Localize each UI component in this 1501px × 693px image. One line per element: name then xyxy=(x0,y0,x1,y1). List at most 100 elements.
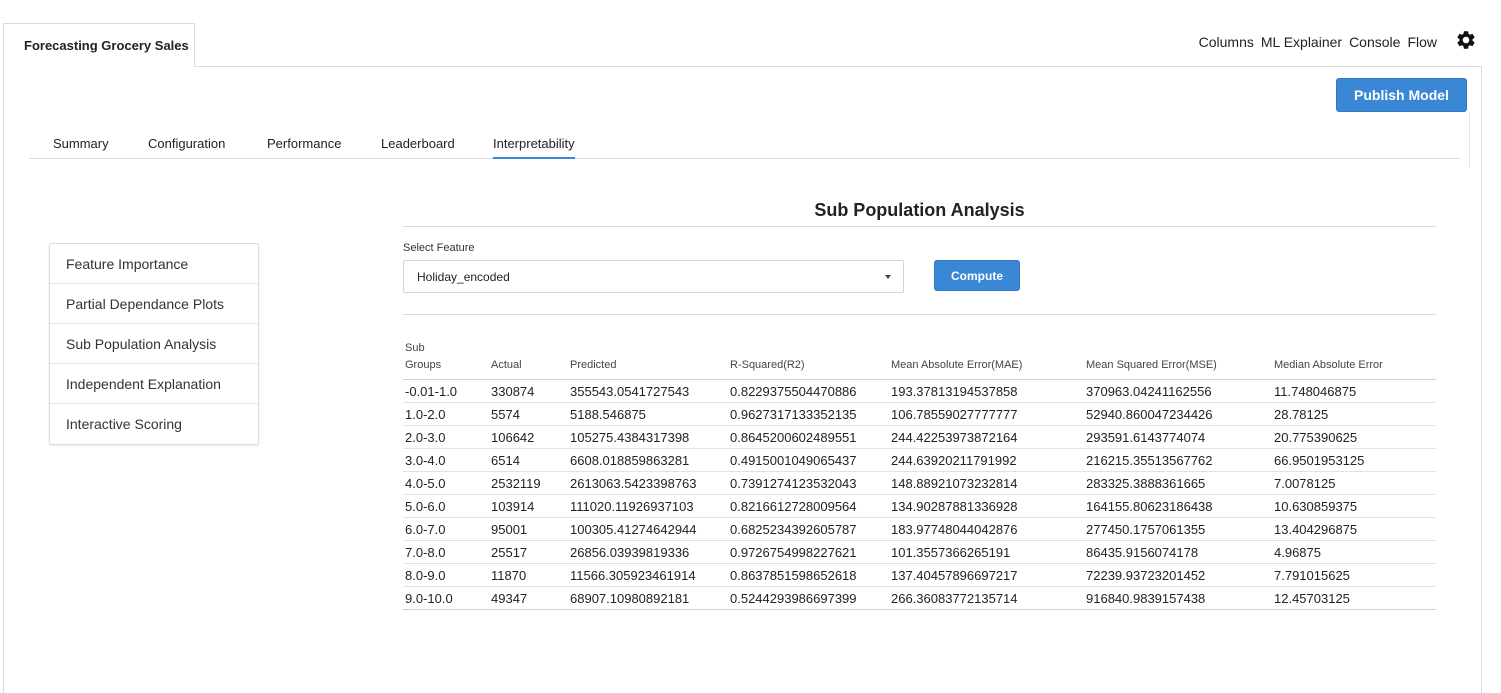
console-link[interactable]: Console xyxy=(1349,34,1400,50)
tab-summary[interactable]: Summary xyxy=(53,136,109,157)
table-cell: 11870 xyxy=(489,563,568,587)
publish-model-button[interactable]: Publish Model xyxy=(1336,78,1467,112)
table-row: 9.0-10.0 49347 68907.10980892181 0.52442939… xyxy=(403,586,1436,610)
table-cell: 103914 xyxy=(489,494,568,518)
table-cell: 2.0-3.0 xyxy=(403,425,489,449)
column-header: Mean Squared Error(MSE) xyxy=(1084,340,1272,380)
flow-link[interactable]: Flow xyxy=(1407,34,1437,50)
select-feature-label: Select Feature xyxy=(403,242,475,254)
table-cell: 8.0-9.0 xyxy=(403,563,489,587)
tab-forecasting-grocery-sales[interactable]: Forecasting Grocery Sales xyxy=(3,23,195,67)
table-cell: 0.8637851598652618 xyxy=(728,563,889,587)
interpretability-menu: Feature Importance Partial Dependance Pl… xyxy=(49,243,259,445)
menu-item-interactive-scoring[interactable]: Interactive Scoring xyxy=(50,404,258,444)
table-body: -0.01-1.0 330874 355543.0541727543 0.822937… xyxy=(403,379,1436,610)
table-cell: 7.0-8.0 xyxy=(403,540,489,564)
caret-down-icon xyxy=(885,275,891,279)
table-cell: 0.7391274123532043 xyxy=(728,471,889,495)
table-cell: 0.5244293986697399 xyxy=(728,586,889,610)
table-cell: 193.37813194537858 xyxy=(889,379,1084,403)
menu-item-sub-population-analysis[interactable]: Sub Population Analysis xyxy=(50,324,258,364)
table-cell: 111020.11926937103 xyxy=(568,494,728,518)
table-row: 7.0-8.0 25517 26856.03939819336 0.972675499… xyxy=(403,540,1436,564)
table-cell: 5.0-6.0 xyxy=(403,494,489,518)
table-cell: 137.40457896697217 xyxy=(889,563,1084,587)
table-row: 6.0-7.0 95001 100305.41274642944 0.68252343… xyxy=(403,517,1436,541)
table-cell: 13.404296875 xyxy=(1272,517,1436,541)
column-header: Median Absolute Error xyxy=(1272,340,1436,380)
table-cell: 4.0-5.0 xyxy=(403,471,489,495)
table-cell: 293591.6143774074 xyxy=(1084,425,1272,449)
table-header-row: Sub Groups Actual Predicted R-Squared(R2… xyxy=(403,340,1436,380)
compute-button[interactable]: Compute xyxy=(934,260,1020,291)
table-row: 2.0-3.0 106642 105275.4384317398 0.86452006… xyxy=(403,425,1436,449)
table-cell: 52940.860047234426 xyxy=(1084,402,1272,426)
column-header: Sub Groups xyxy=(403,340,489,380)
table-cell: 101.3557366265191 xyxy=(889,540,1084,564)
table-cell: 12.45703125 xyxy=(1272,586,1436,610)
divider xyxy=(403,314,1436,315)
column-header: Predicted xyxy=(568,340,728,380)
feature-select-value: Holiday_encoded xyxy=(417,269,510,284)
table-cell: 6514 xyxy=(489,448,568,472)
table-cell: 7.0078125 xyxy=(1272,471,1436,495)
table-cell: 164155.80623186438 xyxy=(1084,494,1272,518)
table-cell: 106.78559027777777 xyxy=(889,402,1084,426)
table-cell: 68907.10980892181 xyxy=(568,586,728,610)
table-cell: 95001 xyxy=(489,517,568,541)
table-row: -0.01-1.0 330874 355543.0541727543 0.822937… xyxy=(403,379,1436,403)
top-links: Columns ML Explainer Console Flow xyxy=(1199,34,1437,50)
table-cell: 355543.0541727543 xyxy=(568,379,728,403)
menu-item-partial-dependance-plots[interactable]: Partial Dependance Plots xyxy=(50,284,258,324)
table-row: 4.0-5.0 2532119 2613063.5423398763 0.739127… xyxy=(403,471,1436,495)
tab-configuration[interactable]: Configuration xyxy=(148,136,225,157)
table-cell: 26856.03939819336 xyxy=(568,540,728,564)
table-cell: 28.78125 xyxy=(1272,402,1436,426)
table-cell: 330874 xyxy=(489,379,568,403)
columns-link[interactable]: Columns xyxy=(1199,34,1254,50)
table-cell: 6.0-7.0 xyxy=(403,517,489,541)
table-cell: -0.01-1.0 xyxy=(403,379,489,403)
table-cell: 266.36083772135714 xyxy=(889,586,1084,610)
table-cell: 244.63920211791992 xyxy=(889,448,1084,472)
gear-icon[interactable] xyxy=(1455,29,1477,51)
sub-population-table: Sub Groups Actual Predicted R-Squared(R2… xyxy=(403,340,1436,610)
ml-explainer-link[interactable]: ML Explainer xyxy=(1261,34,1342,50)
nav-tabs: Summary Configuration Performance Leader… xyxy=(29,130,1460,159)
table-cell: 9.0-10.0 xyxy=(403,586,489,610)
table-cell: 0.4915001049065437 xyxy=(728,448,889,472)
table-cell: 283325.3888361665 xyxy=(1084,471,1272,495)
table-cell: 0.8229375504470886 xyxy=(728,379,889,403)
table-cell: 105275.4384317398 xyxy=(568,425,728,449)
table-cell: 7.791015625 xyxy=(1272,563,1436,587)
column-header: Actual xyxy=(489,340,568,380)
section-title: Sub Population Analysis xyxy=(814,200,1025,220)
table-cell: 0.6825234392605787 xyxy=(728,517,889,541)
table-cell: 100305.41274642944 xyxy=(568,517,728,541)
tab-interpretability[interactable]: Interpretability xyxy=(493,136,575,159)
table-cell: 72239.93723201452 xyxy=(1084,563,1272,587)
tab-performance[interactable]: Performance xyxy=(267,136,341,157)
table-cell: 134.90287881336928 xyxy=(889,494,1084,518)
table-cell: 0.8645200602489551 xyxy=(728,425,889,449)
table-cell: 86435.9156074178 xyxy=(1084,540,1272,564)
table-cell: 148.88921073232814 xyxy=(889,471,1084,495)
table-cell: 244.42253973872164 xyxy=(889,425,1084,449)
divider xyxy=(403,226,1436,227)
table-cell: 10.630859375 xyxy=(1272,494,1436,518)
menu-item-feature-importance[interactable]: Feature Importance xyxy=(50,244,258,284)
column-header: R-Squared(R2) xyxy=(728,340,889,380)
table-cell: 3.0-4.0 xyxy=(403,448,489,472)
divider xyxy=(1469,113,1470,168)
feature-select[interactable]: Holiday_encoded xyxy=(403,260,904,293)
table-cell: 2613063.5423398763 xyxy=(568,471,728,495)
table-cell: 183.97748044042876 xyxy=(889,517,1084,541)
tab-leaderboard[interactable]: Leaderboard xyxy=(381,136,455,157)
menu-item-independent-explanation[interactable]: Independent Explanation xyxy=(50,364,258,404)
table-cell: 25517 xyxy=(489,540,568,564)
table-cell: 4.96875 xyxy=(1272,540,1436,564)
table-cell: 370963.04241162556 xyxy=(1084,379,1272,403)
table-cell: 11.748046875 xyxy=(1272,379,1436,403)
table-cell: 11566.305923461914 xyxy=(568,563,728,587)
table-row: 8.0-9.0 11870 11566.305923461914 0.86378515… xyxy=(403,563,1436,587)
